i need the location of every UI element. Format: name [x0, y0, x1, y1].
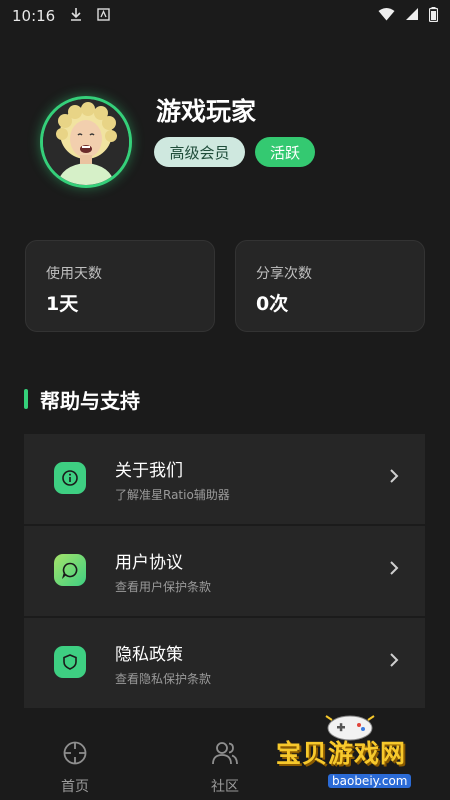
menu-item-subtitle: 了解准星Ratio辅助器	[115, 488, 230, 502]
stat-value: 0次	[256, 293, 289, 315]
username: 游戏玩家	[156, 97, 257, 126]
signal-icon	[405, 7, 419, 25]
stat-value: 1天	[46, 293, 79, 315]
watermark-text: 宝贝游戏网	[276, 739, 407, 768]
watermark-logo: 宝贝游戏网 baobeiy.com	[270, 706, 440, 796]
nav-item-home[interactable]: 首页	[35, 740, 115, 796]
battery-icon	[428, 6, 439, 26]
section-title-text: 帮助与支持	[40, 388, 140, 413]
menu-item-title: 隐私政策	[115, 645, 183, 665]
status-badge: 活跃	[255, 137, 315, 167]
nav-label: 社区	[211, 779, 239, 795]
chat-bubble-icon	[54, 554, 86, 586]
info-icon	[54, 462, 86, 494]
shield-icon	[54, 646, 86, 678]
menu-item-title: 用户协议	[115, 553, 183, 573]
wifi-icon	[378, 7, 395, 25]
chevron-right-icon	[389, 652, 399, 672]
avatar[interactable]	[40, 96, 132, 188]
menu-item-subtitle: 查看隐私保护条款	[115, 672, 212, 686]
nav-label: 首页	[61, 779, 89, 795]
stat-label: 分享次数	[256, 266, 312, 282]
menu-item-about[interactable]: 关于我们 了解准星Ratio辅助器	[24, 434, 425, 524]
avatar-illustration	[43, 99, 129, 185]
nav-item-community[interactable]: 社区	[185, 740, 265, 796]
stat-card-shares: 分享次数 0次	[235, 240, 425, 332]
stat-label: 使用天数	[46, 266, 102, 282]
section-accent-bar	[24, 389, 28, 409]
watermark-url: baobeiy.com	[328, 774, 412, 788]
stat-card-days: 使用天数 1天	[25, 240, 215, 332]
menu-item-user-agreement[interactable]: 用户协议 查看用户保护条款	[24, 526, 425, 616]
chevron-right-icon	[389, 560, 399, 580]
chevron-right-icon	[389, 468, 399, 488]
menu-item-privacy-policy[interactable]: 隐私政策 查看隐私保护条款	[24, 618, 425, 708]
menu-item-title: 关于我们	[115, 461, 183, 481]
status-bar: 10:16	[0, 0, 450, 32]
menu-item-subtitle: 查看用户保护条款	[115, 580, 212, 594]
notification-icon	[97, 7, 110, 25]
section-title: 帮助与支持	[24, 386, 140, 413]
download-icon	[69, 7, 83, 25]
status-time: 10:16	[12, 7, 56, 25]
membership-badge: 高级会员	[154, 137, 245, 167]
crosshair-icon	[62, 740, 88, 770]
users-icon	[211, 740, 239, 770]
